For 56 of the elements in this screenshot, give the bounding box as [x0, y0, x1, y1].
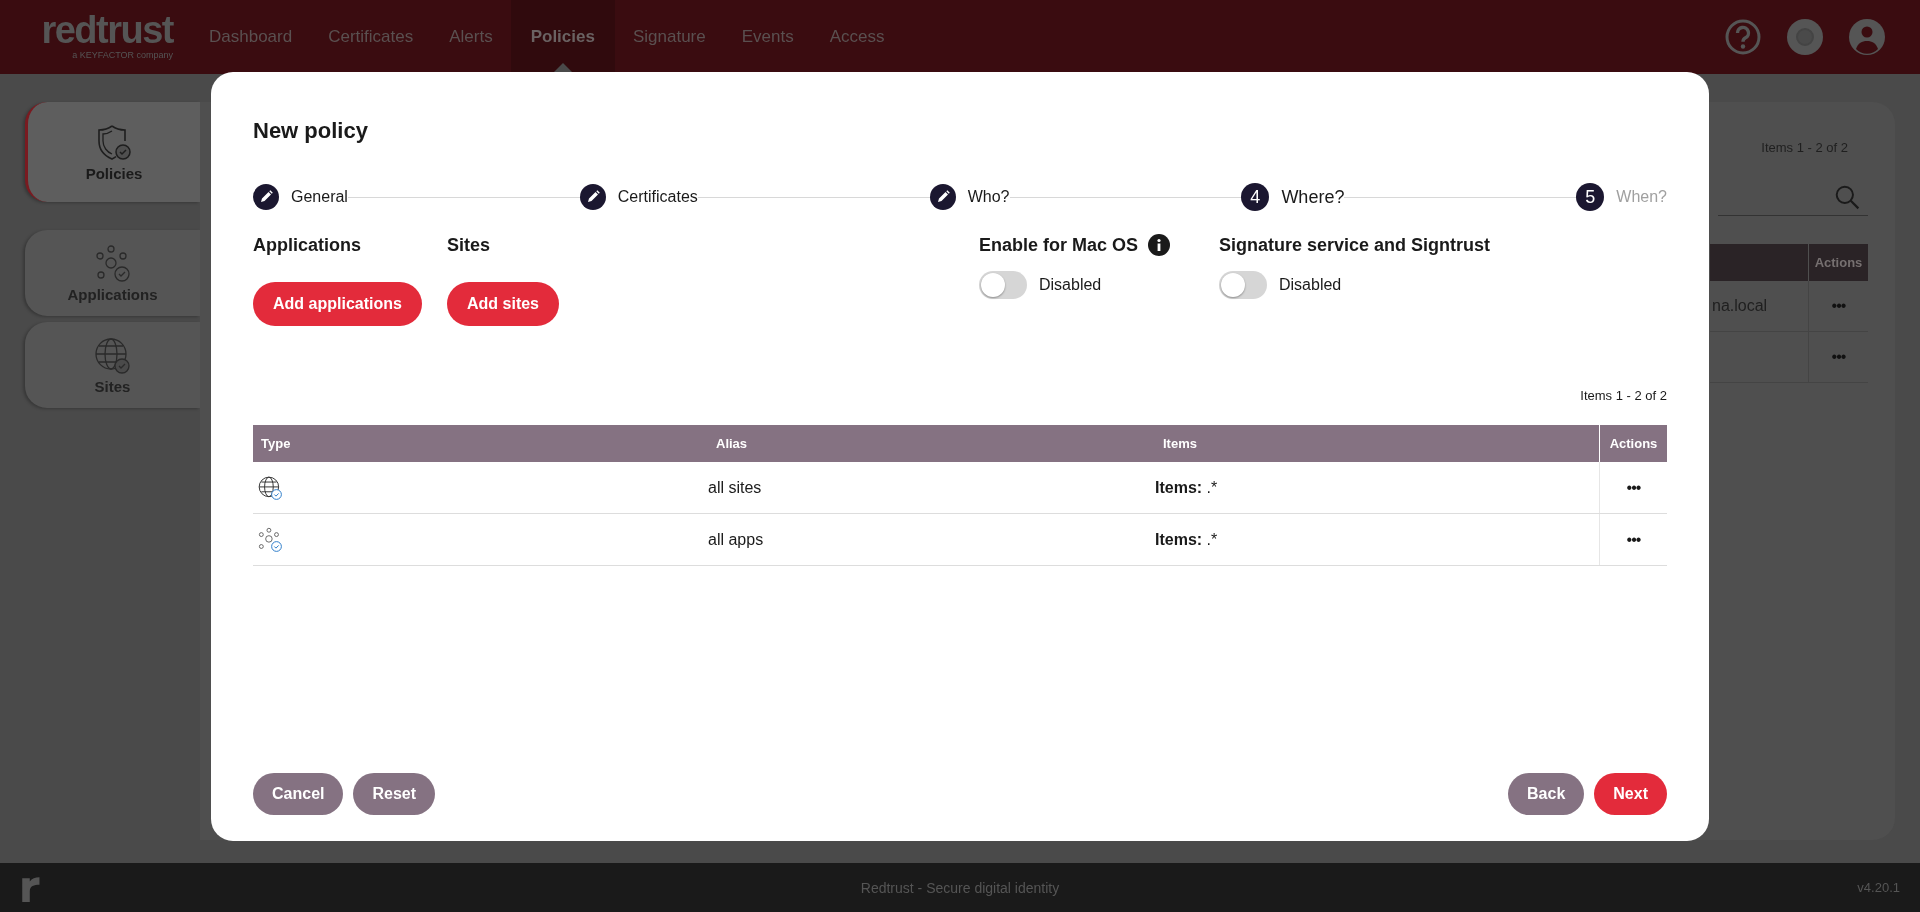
more-actions-button[interactable]: •••: [1831, 297, 1846, 315]
globe-check-icon: [257, 474, 283, 501]
toggle-label: Disabled: [1039, 276, 1102, 294]
column-header: Items: [1162, 435, 1198, 453]
info-icon[interactable]: [1148, 234, 1171, 256]
section-heading: Applications: [253, 234, 361, 256]
globe-check-icon: [92, 335, 133, 376]
nav-tab[interactable]: Dashboard: [191, 0, 311, 74]
column-header: Actions: [1808, 244, 1868, 281]
dialog-button[interactable]: Reset: [353, 773, 436, 815]
logo-tagline: a KEYFACTOR company: [72, 50, 173, 60]
user-avatar-icon[interactable]: [1848, 18, 1886, 56]
sidebar-item[interactable]: Policies: [25, 102, 200, 202]
step-number: 4: [1241, 183, 1270, 211]
table-cell: Items: .*: [1155, 478, 1218, 497]
table-cell: all apps: [708, 530, 764, 549]
network-check-icon: [257, 526, 283, 553]
settings-icon[interactable]: [1786, 18, 1824, 56]
nav-tab[interactable]: Access: [811, 0, 903, 74]
more-actions-button[interactable]: •••: [1626, 530, 1641, 549]
step-label: Who?: [967, 188, 1010, 206]
nav-tab[interactable]: Policies: [510, 0, 615, 74]
search-icon: [1834, 184, 1860, 210]
step-label: Certificates: [617, 188, 698, 206]
step-label: General: [291, 188, 348, 206]
help-icon[interactable]: [1724, 18, 1762, 56]
table-cell: all sites: [708, 478, 762, 497]
dialog-button[interactable]: Back: [1508, 773, 1585, 815]
column-header: Type: [260, 435, 292, 453]
nav-tab[interactable]: Certificates: [310, 0, 432, 74]
toggle-label: Disabled: [1279, 276, 1342, 294]
more-actions-button[interactable]: •••: [1831, 348, 1846, 366]
step-number: 5: [1576, 183, 1605, 211]
nav-tab[interactable]: Events: [723, 0, 812, 74]
logo-wordmark: redtrust: [41, 10, 173, 50]
pagination-text: Items 1 - 2 of 2: [1580, 388, 1667, 403]
toggle-switch[interactable]: [1219, 271, 1267, 299]
section-heading: Enable for Mac OS: [979, 234, 1139, 256]
section-heading: Sites: [447, 234, 491, 256]
toggle-switch[interactable]: [979, 271, 1027, 299]
dialog-title: New policy: [253, 118, 369, 144]
step-label: When?: [1616, 188, 1667, 206]
nav-tab[interactable]: Alerts: [431, 0, 511, 74]
section-heading: Signature service and Signtrust: [1219, 234, 1491, 256]
table-cell: Items: .*: [1155, 530, 1218, 549]
version-text: v4.20.1: [1857, 880, 1900, 895]
footer-text: Redtrust - Secure digital identity: [860, 879, 1060, 896]
add-button[interactable]: Add applications: [253, 282, 422, 326]
step-label: Where?: [1281, 186, 1345, 208]
dialog-button[interactable]: Next: [1594, 773, 1667, 815]
dialog-button[interactable]: Cancel: [253, 773, 344, 815]
column-header: Actions: [1599, 425, 1667, 462]
column-header: Alias: [715, 435, 749, 453]
add-button[interactable]: Add sites: [447, 282, 559, 326]
nav-tab[interactable]: Signature: [614, 0, 724, 74]
more-actions-button[interactable]: •••: [1626, 478, 1641, 497]
